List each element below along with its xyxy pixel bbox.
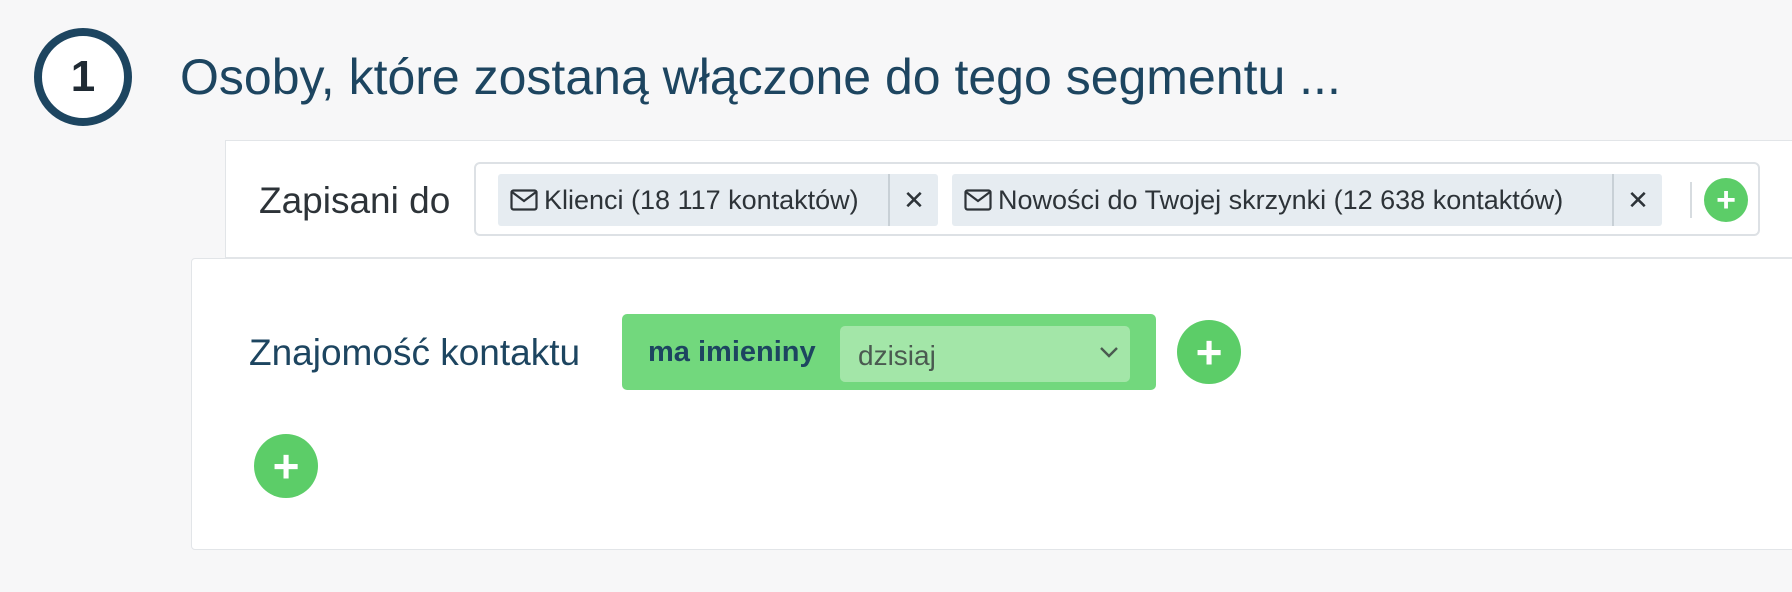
- plus-icon: +: [1716, 181, 1736, 219]
- chevron-down-icon: [1100, 347, 1118, 358]
- add-group-button[interactable]: +: [254, 434, 318, 498]
- list-tag: Nowości do Twojej skrzynki (12 638 konta…: [952, 174, 1662, 226]
- list-tag-label: Nowości do Twojej skrzynki (12 638 konta…: [998, 184, 1564, 215]
- remove-tag-button[interactable]: ✕: [1612, 174, 1662, 226]
- remove-tag-button[interactable]: ✕: [888, 174, 938, 226]
- segment-editor: 1 Osoby, które zostaną włączone do tego …: [0, 0, 1792, 592]
- tag-divider: [1690, 182, 1692, 218]
- step-number-badge: 1: [34, 28, 132, 126]
- plus-icon: +: [272, 440, 300, 492]
- filter-label: Znajomość kontaktu: [249, 332, 581, 373]
- envelope-icon: [964, 189, 992, 211]
- condition-date-select[interactable]: dzisiaj: [840, 326, 1130, 382]
- list-tag: Klienci (18 117 kontaktów) ✕: [498, 174, 938, 226]
- add-condition-button[interactable]: +: [1177, 320, 1241, 384]
- list-tag-input[interactable]: Klienci (18 117 kontaktów) ✕ Nowości do …: [474, 162, 1760, 236]
- condition-name: ma imieniny: [648, 336, 816, 368]
- condition-select-value: dzisiaj: [858, 340, 936, 371]
- envelope-icon: [510, 189, 538, 211]
- plus-icon: +: [1195, 326, 1223, 378]
- step-title: Osoby, które zostaną włączone do tego se…: [180, 49, 1341, 105]
- list-tag-label: Klienci (18 117 kontaktów): [544, 184, 859, 215]
- filter-panel: [191, 258, 1792, 550]
- subscribed-label: Zapisani do: [259, 180, 451, 221]
- condition-block: ma imieniny dzisiaj: [622, 314, 1156, 390]
- add-list-button[interactable]: +: [1704, 178, 1748, 222]
